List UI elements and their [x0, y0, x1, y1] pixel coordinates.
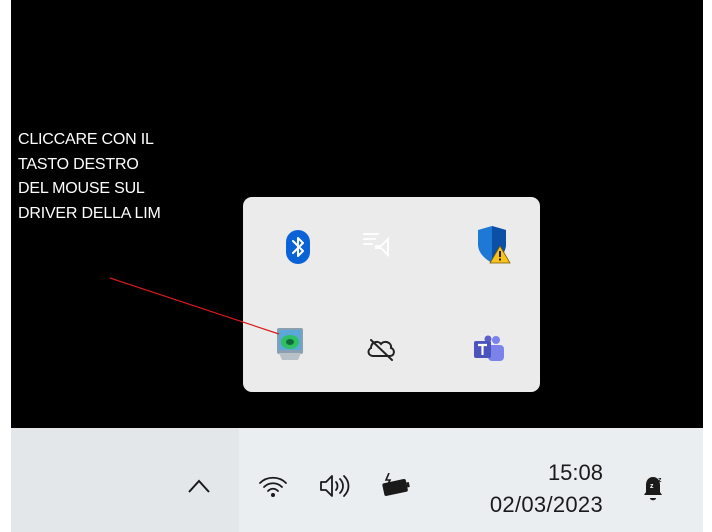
annotation-line-2: TASTO DESTRO — [18, 155, 139, 173]
svg-text:z: z — [658, 477, 662, 484]
windows-security-warning-icon[interactable] — [471, 223, 515, 267]
taskbar: 15:08 02/03/2023 z z — [11, 428, 703, 532]
battery-charging-icon[interactable] — [375, 466, 415, 506]
annotation-line-3: DEL MOUSE SUL — [18, 180, 145, 197]
remote-display-icon[interactable] — [355, 221, 399, 265]
taskbar-clock[interactable]: 15:08 02/03/2023 — [490, 458, 603, 522]
onedrive-offline-icon[interactable] — [359, 327, 403, 371]
tray-overflow-flyout — [243, 197, 540, 392]
notification-bell-icon[interactable]: z z — [633, 468, 673, 508]
screenshot-frame: CLICCARE CON IL TASTO DESTRO DEL MOUSE S… — [0, 0, 712, 532]
wifi-icon[interactable] — [253, 466, 293, 506]
bluetooth-icon[interactable] — [276, 225, 320, 269]
annotation-line-1: CLICCARE CON IL — [18, 131, 154, 148]
lim-driver-icon[interactable] — [268, 321, 312, 365]
clock-date: 02/03/2023 — [489, 492, 603, 517]
svg-text:z: z — [650, 483, 654, 490]
volume-icon[interactable] — [315, 466, 355, 506]
chevron-up-icon[interactable] — [179, 466, 219, 506]
teams-icon[interactable] — [467, 327, 511, 371]
annotation-line-4: DRIVER DELLA LIM — [18, 204, 161, 222]
instruction-annotation: CLICCARE CON IL TASTO DESTRO DEL MOUSE S… — [18, 128, 248, 226]
clock-time: 15:08 — [547, 460, 603, 485]
